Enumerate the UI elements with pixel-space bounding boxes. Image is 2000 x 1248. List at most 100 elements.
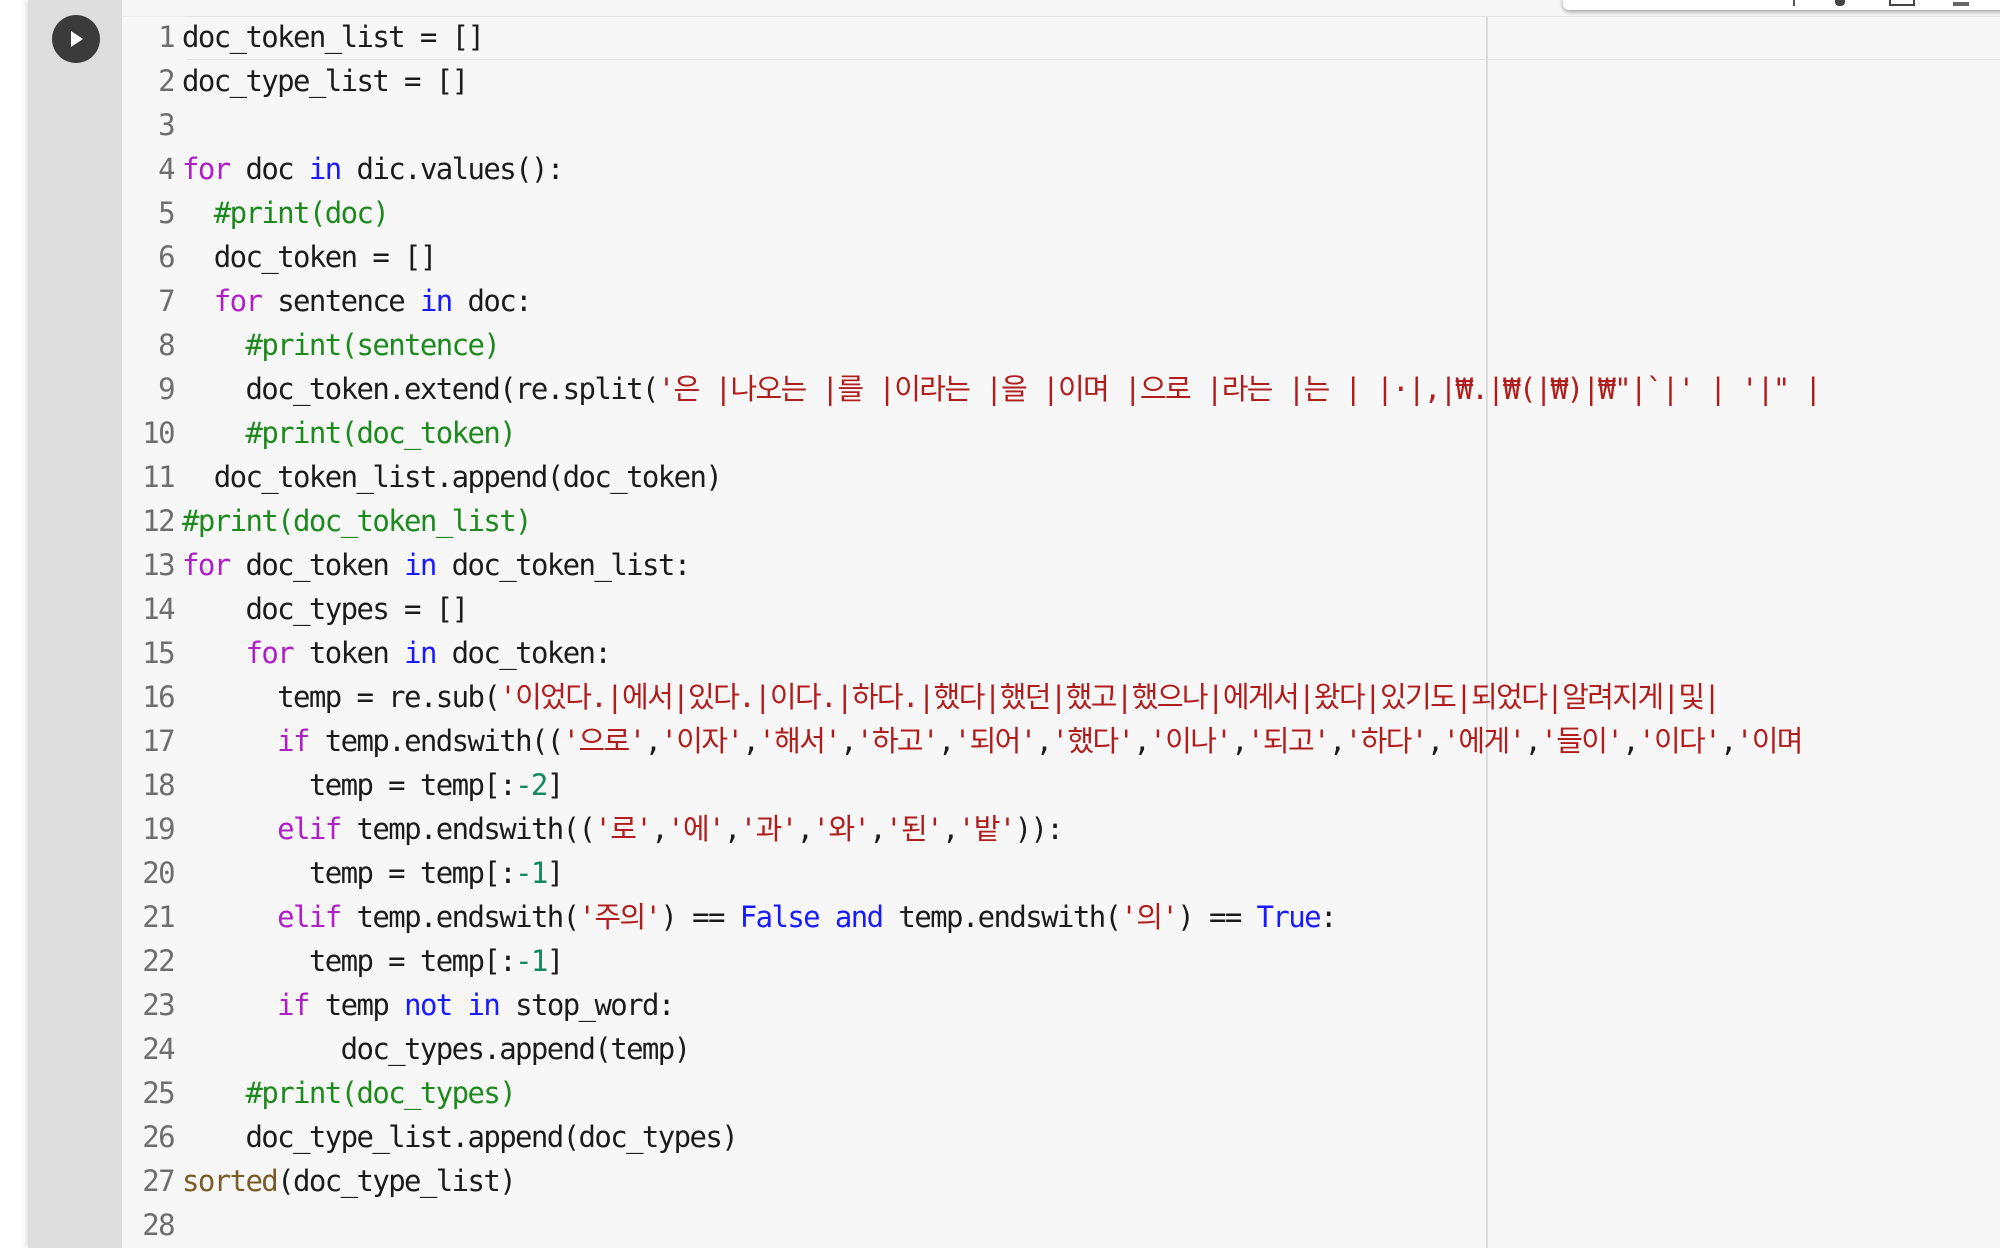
code-text[interactable]: temp = temp[:-1] <box>182 851 564 895</box>
code-token: doc_token <box>229 548 405 582</box>
code-text[interactable]: if temp.endswith(('으로','이자','해서','하고','되… <box>182 719 1804 763</box>
code-token: False <box>739 900 821 934</box>
code-text[interactable]: for sentence in doc: <box>182 279 533 323</box>
code-token: , <box>937 724 955 758</box>
code-line[interactable]: 12 #print(doc_token_list) <box>122 499 1820 543</box>
code-text[interactable]: #print(doc_token_list) <box>182 499 533 543</box>
code-text[interactable]: doc_token_list = [] <box>182 15 485 59</box>
code-token: , <box>840 724 857 758</box>
code-token: '이나' <box>1149 724 1232 758</box>
code-token: True <box>1256 900 1322 934</box>
code-text[interactable]: temp = temp[:-1] <box>182 939 564 983</box>
code-text[interactable]: #print(sentence) <box>182 323 500 367</box>
line-number: 19 <box>142 812 175 846</box>
code-token: temp = temp[: <box>182 856 517 890</box>
code-text[interactable]: for token in doc_token: <box>182 631 611 675</box>
code-token: doc_token_list: <box>435 548 692 582</box>
code-line[interactable]: 15 for token in doc_token: <box>122 631 1820 675</box>
code-text[interactable]: for doc in dic.values(): <box>182 147 564 191</box>
code-text[interactable]: elif temp.endswith(('로','에','과','와','된',… <box>182 807 1064 851</box>
code-text[interactable]: doc_types.append(temp) <box>182 1027 692 1071</box>
code-line[interactable]: 19 elif temp.endswith(('로','에','과','와','… <box>122 807 1820 851</box>
code-line[interactable]: 21 elif temp.endswith('주의') == False and… <box>122 895 1820 939</box>
code-line[interactable]: 11 doc_token_list.append(doc_token) <box>122 455 1820 499</box>
code-lines[interactable]: 1 doc_token_list = [] 2 doc_type_list = [] 3… <box>122 15 1822 1247</box>
code-text[interactable]: temp = re.sub('이었다.|에서|있다.|이다.|하다.|했다|했던… <box>182 675 1721 719</box>
comment-icon[interactable] <box>1889 0 1915 6</box>
code-token: token <box>293 636 405 670</box>
code-text[interactable]: temp = temp[:-2] <box>182 763 564 807</box>
code-editor[interactable]: 1 doc_token_list = [] 2 doc_type_list = [] 3… <box>122 0 2000 1248</box>
code-line[interactable]: 7 for sentence in doc: <box>122 279 1820 323</box>
code-line[interactable]: 2 doc_type_list = [] <box>122 59 1820 103</box>
code-text[interactable]: doc_types = [] <box>182 587 469 631</box>
code-line[interactable]: 16 temp = re.sub('이었다.|에서|있다.|이다.|하다.|했다… <box>122 675 1820 719</box>
link-icon[interactable] <box>1835 0 1845 6</box>
code-text[interactable]: for doc_token in doc_token_list: <box>182 543 692 587</box>
code-line[interactable]: 14 doc_types = [] <box>122 587 1820 631</box>
code-token: ] <box>546 768 564 802</box>
code-token: '이며 <box>1735 724 1804 758</box>
code-line[interactable]: 24 doc_types.append(temp) <box>122 1027 1820 1071</box>
code-line[interactable]: 27 sorted(doc_type_list) <box>122 1159 1820 1203</box>
code-text[interactable]: doc_type_list = [] <box>182 59 469 103</box>
code-token: , <box>796 812 814 846</box>
code-line[interactable]: 4 for doc in dic.values(): <box>122 147 1820 191</box>
code-text[interactable]: if temp not in stop_word: <box>182 983 675 1027</box>
code-text[interactable]: elif temp.endswith('주의') == False and te… <box>182 895 1337 939</box>
code-line[interactable]: 6 doc_token = [] <box>122 235 1820 279</box>
run-cell-button[interactable] <box>52 15 100 63</box>
code-line[interactable]: 13 for doc_token in doc_token_list: <box>122 543 1820 587</box>
cell-gutter <box>28 0 122 1248</box>
code-token: '되어' <box>953 724 1037 758</box>
code-token: elif <box>277 812 342 846</box>
code-text[interactable]: #print(doc_types) <box>182 1071 516 1115</box>
code-line[interactable]: 3 <box>122 103 1820 147</box>
code-text[interactable]: doc_type_list.append(doc_types) <box>182 1115 738 1159</box>
code-token: , <box>1231 724 1248 758</box>
code-token: doc_token_list.append(doc_token) <box>182 460 723 494</box>
code-line[interactable]: 25 #print(doc_types) <box>122 1071 1820 1115</box>
code-token: temp.endswith( <box>340 900 580 934</box>
code-text[interactable]: #print(doc) <box>182 191 390 235</box>
settings-icon[interactable] <box>1953 2 1969 6</box>
code-cell[interactable]: 1 doc_token_list = [] 2 doc_type_list = [] 3… <box>28 0 2000 1248</box>
code-line[interactable]: 23 if temp not in stop_word: <box>122 983 1820 1027</box>
code-line[interactable]: 5 #print(doc) <box>122 191 1820 235</box>
code-token: doc_types = [] <box>182 592 469 626</box>
code-line[interactable]: 17 if temp.endswith(('으로','이자','해서','하고'… <box>122 719 1820 763</box>
code-token: '과' <box>739 812 798 846</box>
arrow-up-icon[interactable] <box>1793 0 1797 6</box>
code-token: temp <box>308 988 405 1022</box>
code-line[interactable]: 10 #print(doc_token) <box>122 411 1820 455</box>
code-token: '하다' <box>1344 724 1428 758</box>
code-text[interactable]: doc_token_list.append(doc_token) <box>182 455 723 499</box>
cell-toolbar <box>1563 0 2000 10</box>
code-line[interactable]: 18 temp = temp[:-2] <box>122 763 1820 807</box>
code-token: ] <box>546 856 564 890</box>
code-token: (doc_type_list) <box>277 1164 517 1198</box>
code-token: for <box>213 284 263 318</box>
code-line[interactable]: 1 doc_token_list = [] <box>122 15 1820 59</box>
code-line[interactable]: 26 doc_type_list.append(doc_types) <box>122 1115 1820 1159</box>
code-line[interactable]: 9 doc_token.extend(re.split('은 |나오는 |를 |… <box>122 367 1822 411</box>
code-token: '은 |나오는 |를 |이라는 |을 |이며 |으로 |라는 |는 | |·|,… <box>657 372 1822 406</box>
code-token: , <box>1524 724 1541 758</box>
line-number: 13 <box>142 548 175 582</box>
code-text[interactable]: #print(doc_token) <box>182 411 516 455</box>
code-token: in <box>404 548 437 582</box>
code-text[interactable]: doc_token = [] <box>182 235 438 279</box>
code-token: , <box>1622 724 1639 758</box>
code-line[interactable]: 20 temp = temp[:-1] <box>122 851 1820 895</box>
code-line[interactable]: 28 <box>122 1203 1820 1247</box>
code-text[interactable]: doc_token.extend(re.split('은 |나오는 |를 |이라… <box>182 367 1822 411</box>
code-line[interactable]: 8 #print(sentence) <box>122 323 1820 367</box>
line-number: 27 <box>142 1164 175 1198</box>
code-line[interactable]: 22 temp = temp[:-1] <box>122 939 1820 983</box>
line-number: 10 <box>142 416 175 450</box>
code-text[interactable]: sorted(doc_type_list) <box>182 1159 517 1203</box>
